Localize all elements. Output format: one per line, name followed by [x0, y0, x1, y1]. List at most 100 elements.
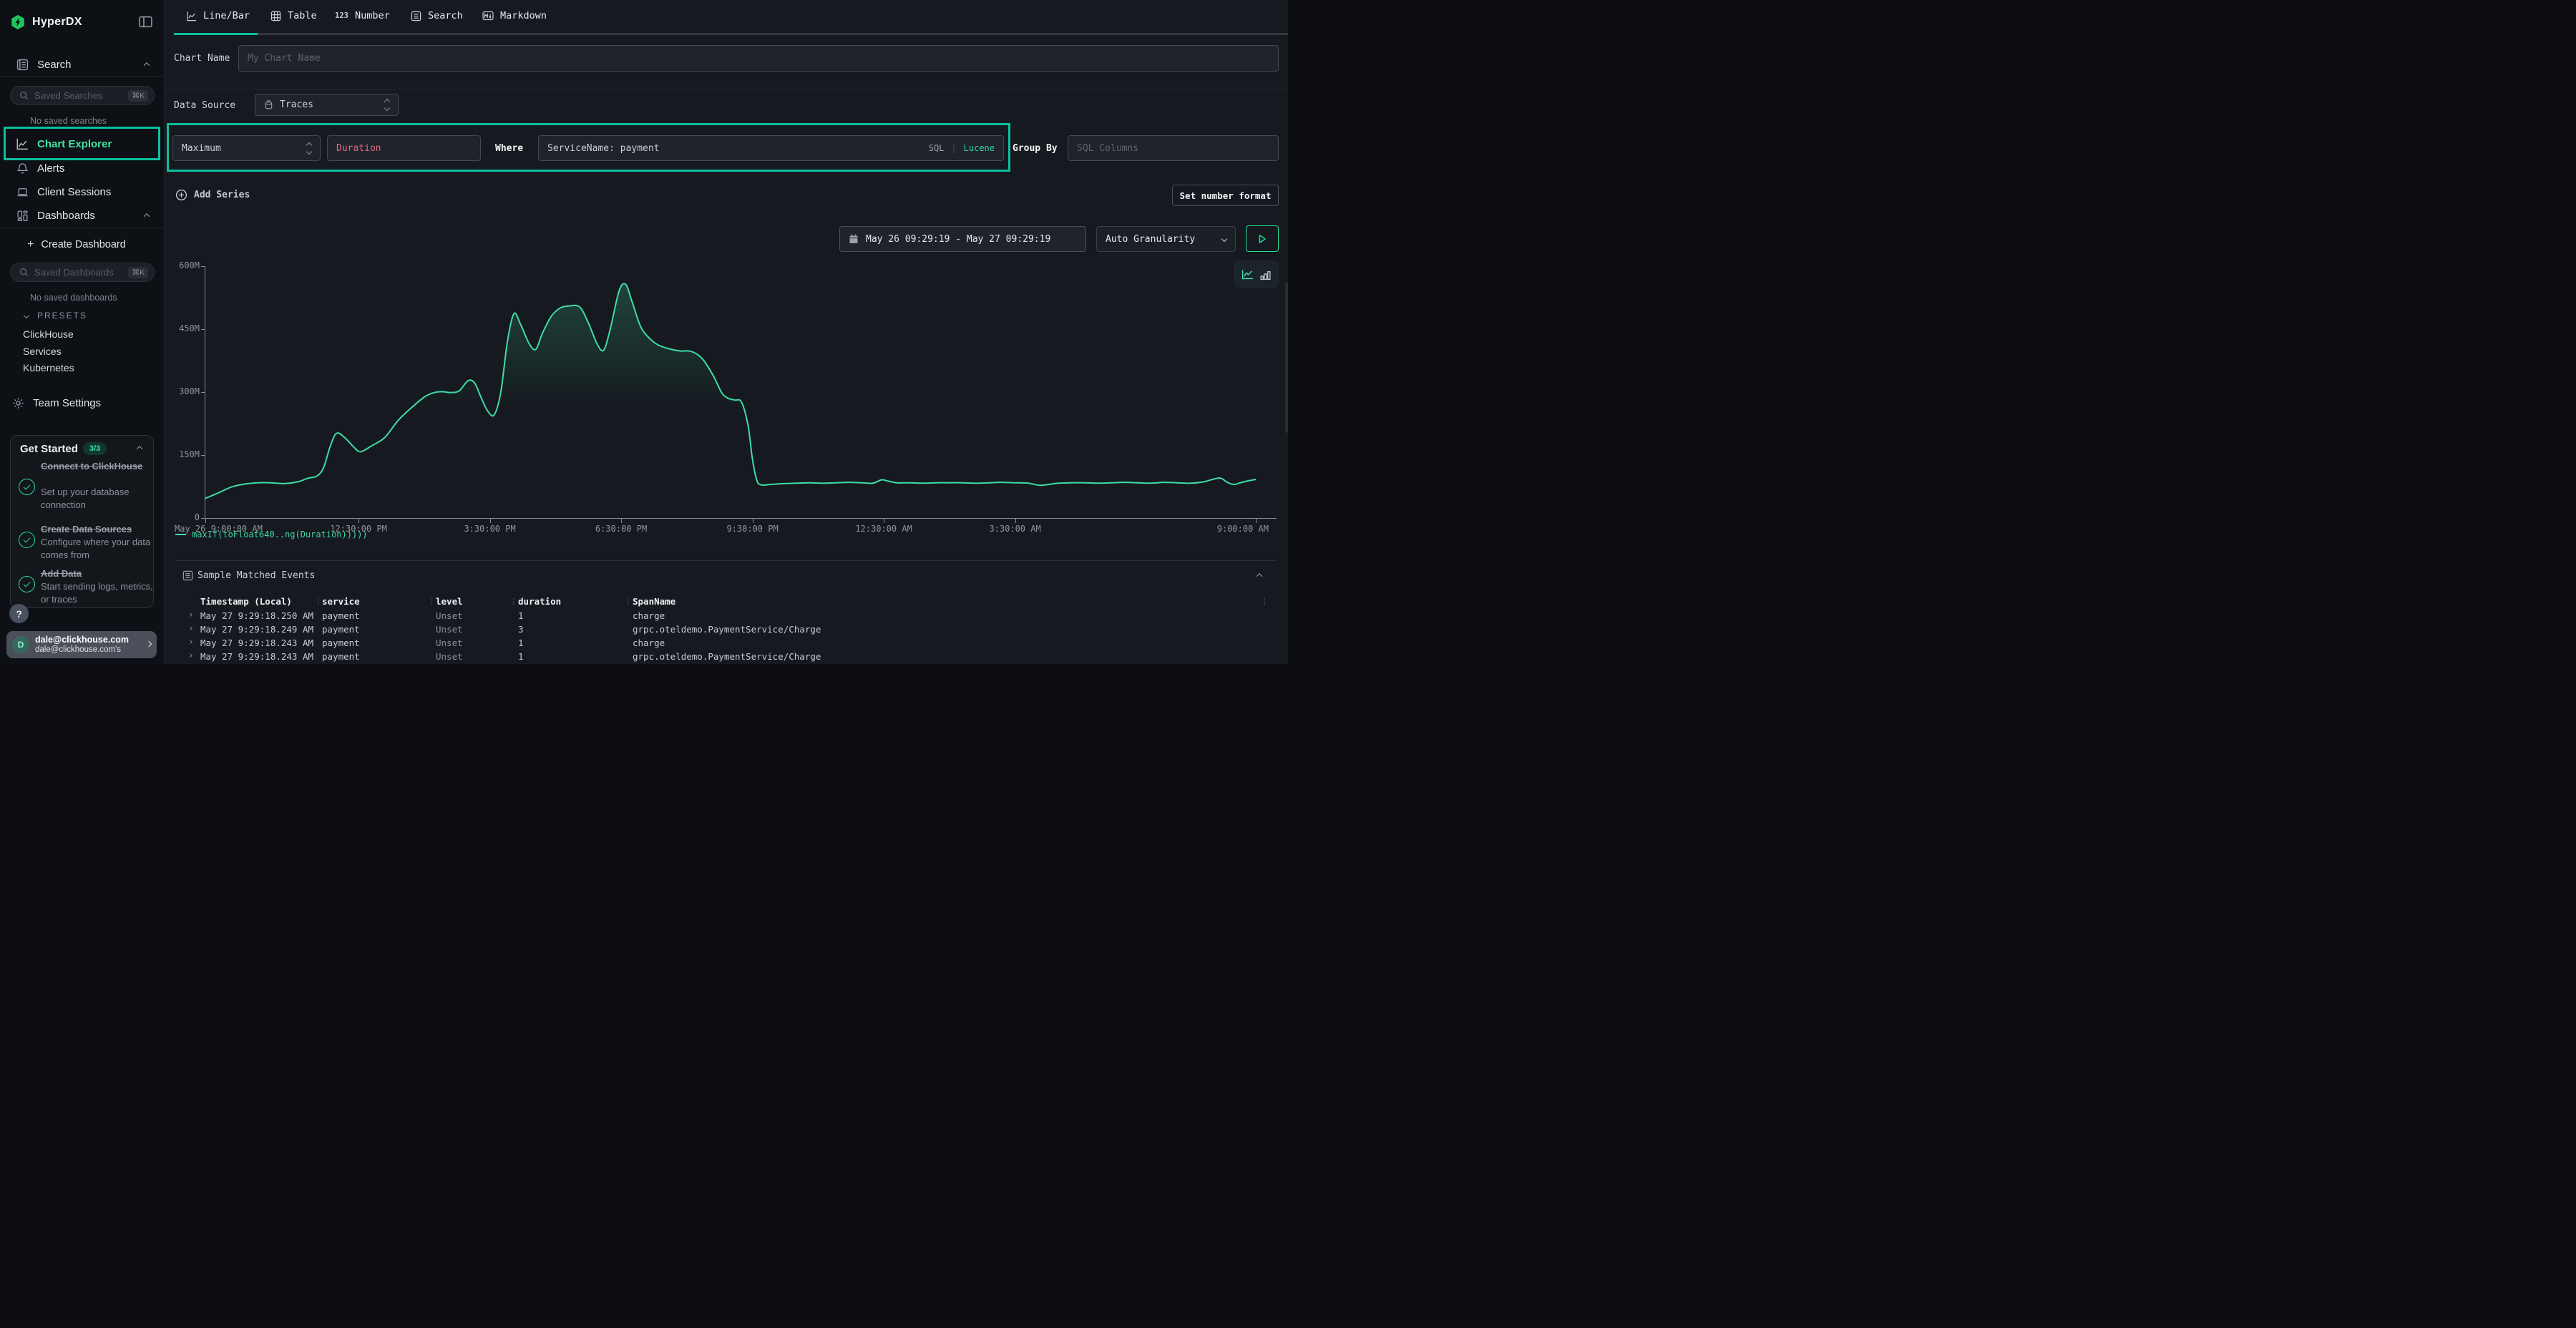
table-row[interactable]: ›May 27 9:29:18.243 AMpaymentUnset1charg… [175, 637, 1277, 650]
gear-icon [11, 397, 24, 409]
table-options-icon[interactable]: ⋮ [1261, 597, 1268, 606]
tab-label: Number [355, 10, 390, 21]
chart-name-field[interactable] [248, 53, 1269, 64]
check-circle-icon [19, 532, 35, 548]
sidebar-item-preset-kubernetes[interactable]: Kubernetes [23, 360, 74, 377]
laptop-icon [16, 186, 29, 198]
sidebar-section-dashboards[interactable]: Dashboards [0, 204, 165, 227]
column-header-level[interactable]: level [436, 596, 463, 607]
get-started-item-subtitle: Start sending logs, metrics, or traces [41, 580, 154, 606]
column-drag-handle-icon[interactable]: ⋮ [509, 597, 517, 606]
row-expand-chevron-icon[interactable]: › [188, 623, 194, 634]
bar-chart-toggle-icon[interactable] [1260, 269, 1271, 280]
where-field[interactable] [547, 143, 922, 154]
field-input[interactable]: Duration [327, 135, 481, 161]
events-table: Timestamp (Local) service level duration Spa… [175, 561, 1277, 664]
table-cell: Unset [436, 610, 463, 621]
column-header-timestamp-local-[interactable]: Timestamp (Local) [200, 596, 292, 607]
granularity-select[interactable]: Auto Granularity [1096, 226, 1236, 252]
add-series-button[interactable]: Add Series [175, 189, 250, 201]
tab-label: Line/Bar [203, 10, 250, 21]
data-source-select[interactable]: Traces [255, 94, 399, 116]
tab-track [258, 33, 1288, 35]
table-cell: May 27 9:29:18.249 AM [200, 624, 313, 635]
x-axis-tick-mark [1015, 518, 1016, 523]
dashboard-icon [16, 210, 29, 222]
table-row[interactable]: ›May 27 9:29:18.249 AMpaymentUnset3grpc.… [175, 623, 1277, 637]
run-query-button[interactable] [1246, 225, 1279, 252]
saved-searches-input[interactable]: ⌘K [10, 86, 155, 105]
sidebar-item-preset-services[interactable]: Services [23, 343, 74, 361]
chevron-up-icon[interactable] [137, 446, 142, 451]
get-started-card: Get Started 3/3 Connect to ClickHouse Se… [10, 435, 154, 608]
markdown-icon [482, 11, 494, 21]
sql-mode-button[interactable]: SQL [929, 143, 945, 153]
sidebar-section-search[interactable]: Search [0, 53, 165, 76]
aggregation-select[interactable]: Maximum [172, 135, 321, 161]
collapse-sidebar-icon[interactable] [139, 16, 152, 31]
column-header-duration[interactable]: duration [518, 596, 561, 607]
table-cell: payment [322, 624, 360, 635]
add-series-label: Add Series [194, 190, 250, 200]
chevron-right-icon [146, 641, 152, 647]
no-saved-dashboards-text: No saved dashboards [30, 293, 117, 303]
line-chart-icon [186, 11, 197, 21]
set-number-format-button[interactable]: Set number format [1172, 185, 1279, 206]
tab-table[interactable]: Table [270, 10, 317, 21]
table-cell: payment [322, 638, 360, 648]
table-cell: Unset [436, 624, 463, 635]
y-axis-tick-mark [201, 455, 205, 456]
tab-search[interactable]: Search [411, 10, 463, 21]
group-by-field[interactable] [1077, 143, 1269, 154]
sidebar-item-label: Client Sessions [37, 186, 111, 198]
divider [0, 76, 165, 77]
column-drag-handle-icon[interactable]: ⋮ [624, 597, 631, 606]
y-axis-tick-label: 600M [165, 260, 200, 270]
column-header-spanname[interactable]: SpanName [633, 596, 675, 607]
group-by-input[interactable] [1068, 135, 1279, 161]
column-header-service[interactable]: service [322, 596, 360, 607]
column-drag-handle-icon[interactable]: ⋮ [428, 597, 435, 606]
journal-icon [16, 59, 29, 71]
presets-toggle[interactable]: PRESETS [24, 311, 87, 321]
app-title: HyperDX [32, 16, 82, 29]
chevron-up-icon [144, 213, 150, 219]
saved-dashboards-field[interactable] [34, 267, 128, 278]
chart-name-input[interactable] [238, 45, 1279, 72]
get-started-item-title[interactable]: Connect to ClickHouse [41, 460, 148, 473]
table-cell: 1 [518, 638, 524, 648]
table-row[interactable]: ›May 27 9:29:18.243 AMpaymentUnset1grpc.… [175, 650, 1277, 664]
saved-searches-field[interactable] [34, 90, 128, 101]
date-range-picker[interactable]: May 26 09:29:19 - May 27 09:29:19 [839, 226, 1086, 252]
table-row[interactable]: ›May 27 9:29:18.250 AMpaymentUnset1charg… [175, 610, 1277, 623]
row-expand-chevron-icon[interactable]: › [188, 610, 194, 620]
tab-line-bar[interactable]: Line/Bar [186, 10, 250, 21]
scrollbar-thumb[interactable] [1285, 283, 1288, 433]
get-started-item-title[interactable]: Add Data [41, 567, 154, 580]
lucene-mode-button[interactable]: Lucene [964, 143, 995, 153]
sidebar-item-chart-explorer[interactable]: Chart Explorer [0, 132, 165, 155]
tab-number[interactable]: 123 Number [335, 10, 390, 21]
row-expand-chevron-icon[interactable]: › [188, 650, 194, 661]
x-axis-tick-label: 3:30:00 AM [965, 524, 1065, 534]
sidebar-item-preset-clickhouse[interactable]: ClickHouse [23, 326, 74, 343]
x-axis-tick-label: 9:00:00 AM [1184, 524, 1269, 534]
get-started-title: Get Started [20, 443, 78, 455]
create-dashboard-label: Create Dashboard [41, 239, 126, 250]
user-profile-bar[interactable]: D dale@clickhouse.com dale@clickhouse.co… [6, 631, 157, 658]
row-expand-chevron-icon[interactable]: › [188, 637, 194, 648]
x-axis-tick-mark [1256, 518, 1257, 523]
sidebar-section-label: Search [37, 59, 72, 71]
table-cell: payment [322, 610, 360, 621]
column-drag-handle-icon[interactable]: ⋮ [314, 597, 321, 606]
help-button[interactable]: ? [9, 604, 29, 623]
create-dashboard-button[interactable]: + Create Dashboard [0, 233, 165, 256]
sidebar-item-client-sessions[interactable]: Client Sessions [0, 180, 165, 203]
sidebar-item-team-settings[interactable]: Team Settings [0, 391, 165, 414]
where-input[interactable]: SQL | Lucene [538, 135, 1004, 161]
user-subtitle: dale@clickhouse.com's [35, 645, 121, 654]
sidebar-item-alerts[interactable]: Alerts [0, 157, 165, 180]
tab-markdown[interactable]: Markdown [482, 10, 547, 21]
saved-dashboards-input[interactable]: ⌘K [10, 263, 155, 282]
get-started-item-title[interactable]: Create Data Sources [41, 523, 154, 536]
